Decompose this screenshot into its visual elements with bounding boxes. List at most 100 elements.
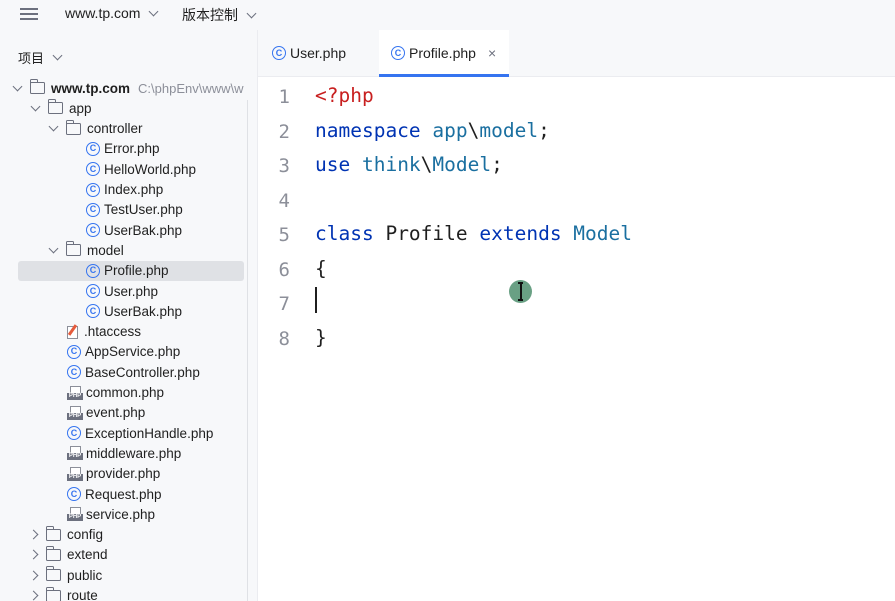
tree-item[interactable]: C AppService.php [67,342,180,362]
tree-scrollbar[interactable] [247,100,248,601]
folder-icon [45,586,61,601]
tab-user-php[interactable]: C User.php [258,30,378,76]
tree-item[interactable]: config [28,525,103,545]
tree-item[interactable]: C HelloWorld.php [86,159,196,179]
tree-root-path: C:\phpEnv\www\w [138,80,244,96]
expand-arrow-icon[interactable] [12,81,23,91]
line-number: 1 [278,86,290,108]
chevron-down-icon[interactable] [48,121,59,132]
tab-label: Profile.php [409,45,476,61]
project-view-label: 项目 [18,51,45,66]
tree-root[interactable]: www.tp.com C:\phpEnv\www\w [12,78,244,98]
tree-item[interactable]: app [30,98,92,118]
class-file-icon: C [272,46,286,60]
folder-icon [65,241,81,257]
line-number: 3 [278,155,290,177]
code-line[interactable]: namespace app\model; [315,119,550,142]
vcs-menu[interactable]: 版本控制 [182,5,257,25]
tree-item-label: Request.php [85,486,162,502]
class-file-icon: C [67,426,81,441]
tree-item[interactable]: C Request.php [67,484,162,504]
tree-item-label: UserBak.php [104,303,183,319]
code-token: Model [573,222,632,245]
code-token: extends [479,222,574,245]
main-menu-icon[interactable] [20,6,38,22]
code-token: use [315,153,362,176]
code-token: <?php [315,84,374,107]
code-line[interactable]: use think\Model; [315,153,503,176]
tree-item-label: TestUser.php [104,202,183,218]
chevron-right-icon[interactable] [28,590,39,601]
tree-item[interactable]: route [28,586,98,601]
tree-item[interactable]: model [48,240,124,260]
tree-item[interactable]: extend [28,545,108,565]
project-switcher-label: www.tp.com [65,5,141,21]
tree-item-label: common.php [86,385,165,400]
tree-item-label: Index.php [104,182,164,197]
line-number: 7 [278,293,290,315]
class-file-icon: C [67,344,81,359]
tree-item[interactable]: C Error.php [86,139,160,159]
tree-item[interactable]: PHP event.php [67,403,145,423]
code-token: { [315,256,327,280]
code-line[interactable]: } [315,326,327,349]
chevron-down-icon[interactable] [48,243,59,254]
tree-item[interactable]: C ExceptionHandle.php [67,423,213,443]
code-editor[interactable]: 1 2 3 4 5 6 7 8 <?php namespace app\model; use thi… [258,77,895,601]
code-token: \ [467,118,480,142]
folder-icon [65,119,81,135]
php-file-icon: PHP [67,446,83,461]
code-line[interactable]: <?php [315,84,374,107]
code-token: app [432,118,468,142]
tree-item[interactable]: C UserBak.php [86,301,182,321]
chevron-right-icon[interactable] [28,529,39,540]
vcs-menu-label: 版本控制 [182,7,238,23]
project-switcher[interactable]: www.tp.com [65,5,159,21]
ibeam-cursor-icon [518,282,523,301]
tree-item[interactable]: PHP middleware.php [67,443,181,463]
tree-item[interactable]: public [28,565,102,585]
folder-icon [47,99,63,115]
tree-item-label: model [87,242,124,258]
folder-icon [45,525,61,541]
config-file-icon [67,324,79,340]
php-file-icon: PHP [67,507,83,522]
tree-item-label: BaseController.php [85,364,200,380]
code-line[interactable]: { [315,257,327,280]
chevron-down-icon[interactable] [30,101,41,112]
tree-item[interactable]: PHP provider.php [67,464,160,484]
line-number: 8 [278,327,290,350]
class-file-icon: C [86,263,100,278]
tree-item-label: route [67,588,98,601]
tree-item[interactable]: .htaccess [67,322,141,342]
class-file-icon: C [86,304,100,319]
tab-profile-php[interactable]: C Profile.php × [379,30,509,77]
class-file-icon: C [86,223,100,238]
tree-item[interactable]: C User.php [86,281,158,301]
tree-item-label: service.php [86,506,156,522]
close-tab-icon[interactable]: × [488,45,496,61]
code-token: namespace [315,118,433,142]
code-token: think [361,153,421,176]
tree-item[interactable]: C Profile.php [18,260,244,281]
tree-item[interactable]: C TestUser.php [86,200,183,220]
chevron-down-icon [149,6,159,16]
tree-item[interactable]: C UserBak.php [86,220,182,240]
class-file-icon: C [86,284,100,298]
chevron-right-icon[interactable] [28,570,39,581]
project-view-selector[interactable]: 项目 [18,48,63,67]
class-file-icon: C [67,487,81,501]
code-token: model [479,118,539,142]
tree-item[interactable]: PHP service.php [67,504,155,524]
tree-item-label: User.php [104,283,159,299]
code-line[interactable]: class Profile extends Model [315,222,632,245]
chevron-right-icon[interactable] [28,549,39,560]
tree-item[interactable]: controller [48,119,143,139]
code-token: ; [491,153,503,176]
tree-item[interactable]: C Index.php [86,180,163,200]
tree-item[interactable]: C BaseController.php [67,362,200,382]
chevron-down-icon [52,50,63,61]
tree-item[interactable]: PHP common.php [67,383,164,403]
code-token: Model [432,153,492,176]
chevron-down-icon [246,8,257,18]
